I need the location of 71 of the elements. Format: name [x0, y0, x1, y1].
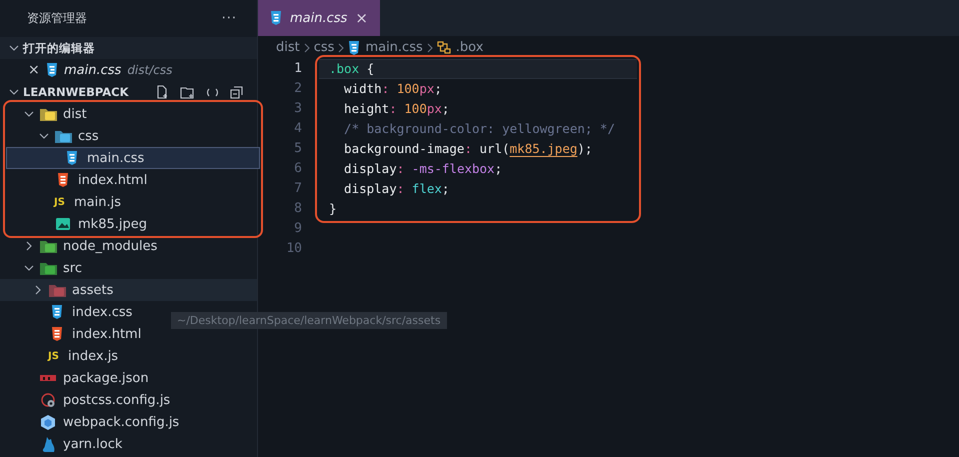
tree-item[interactable]: mk85.jpeg: [6, 213, 260, 235]
tree-item[interactable]: yarn.lock: [0, 433, 257, 455]
section-header[interactable]: 打开的编辑器: [0, 37, 257, 59]
shield-icon: [51, 305, 63, 319]
code-line: display: flex;: [343, 180, 450, 198]
image-icon: [56, 218, 70, 230]
file-name: main.css: [64, 62, 122, 78]
line-number: 8: [293, 200, 302, 218]
tree-item[interactable]: node_modules: [0, 235, 257, 257]
breadcrumb-item[interactable]: css: [314, 40, 334, 55]
shield-icon: [57, 173, 69, 187]
close-button[interactable]: ×: [355, 9, 368, 27]
close-button[interactable]: ×: [28, 62, 40, 78]
new-folder-icon[interactable]: [180, 86, 195, 98]
tree-item[interactable]: webpack.config.js: [0, 411, 257, 433]
breadcrumb-item[interactable]: .box: [436, 40, 484, 55]
code-line: display: -ms-flexbox;: [343, 160, 504, 178]
code-line: background-image: url(mk85.jpeg);: [343, 140, 594, 158]
folder-icon: [40, 262, 56, 274]
folder-icon: [40, 240, 56, 252]
line-number: 1: [293, 60, 302, 78]
line-number: 4: [293, 120, 302, 138]
chevron-icon: [337, 42, 346, 52]
shield-icon: [66, 151, 78, 165]
tree-item[interactable]: assets: [0, 279, 257, 301]
open-editor-item[interactable]: × main.css dist/css: [0, 59, 257, 81]
line-number: 3: [293, 100, 302, 118]
folder-icon: [54, 130, 72, 142]
file-type-label: JS: [48, 350, 60, 362]
file-path: dist/css: [127, 63, 172, 77]
file-type-label: JS: [54, 196, 66, 208]
line-number: 7: [293, 180, 302, 198]
panel-title: 资源管理器: [27, 10, 87, 27]
line-number: 2: [293, 80, 302, 98]
collapse-icon[interactable]: [230, 86, 243, 98]
editor-tab[interactable]: main.css ×: [258, 0, 380, 36]
code-line: /* background-color: yellowgreen; */: [343, 120, 616, 138]
package-icon: [40, 374, 56, 382]
shield-icon: [46, 63, 58, 77]
shield-icon: [348, 40, 360, 54]
folder-icon: [40, 108, 56, 120]
tree-item[interactable]: package.json: [0, 367, 257, 389]
line-number: 10: [285, 240, 302, 258]
symbol-icon: [436, 40, 451, 54]
line-number: 9: [293, 220, 302, 238]
tree-item[interactable]: postcss.config.js: [0, 389, 257, 411]
section-header[interactable]: LEARNWEBPACK: [0, 81, 257, 103]
breadcrumb-item[interactable]: main.css: [348, 40, 423, 55]
tree-item[interactable]: main.css: [6, 147, 260, 169]
chevron-icon: [426, 42, 434, 52]
tree-item[interactable]: css: [6, 125, 260, 147]
line-number: 6: [293, 160, 302, 178]
code-line: width: 100px;: [343, 80, 443, 98]
tooltip: ~/Desktop/learnSpace/learnWebpack/src/assets: [171, 312, 447, 329]
hexagon-icon: [41, 414, 55, 430]
code-line: height: 100px;: [343, 100, 450, 118]
new-file-icon[interactable]: [156, 85, 169, 99]
shield-icon: [270, 11, 282, 25]
breadcrumb-item[interactable]: dist: [276, 40, 300, 55]
tree-item[interactable]: src: [0, 257, 257, 279]
tree-item[interactable]: JS index.js: [0, 345, 257, 367]
tree-item[interactable]: JS main.js: [6, 191, 260, 213]
chevron-icon: [302, 42, 311, 52]
code-line: }: [328, 200, 338, 218]
folder-icon: [48, 284, 66, 296]
gear-icon: [40, 392, 56, 408]
shield-icon: [51, 327, 63, 341]
tree-item[interactable]: index.html: [6, 169, 260, 191]
line-number: 5: [293, 140, 302, 158]
tree-item[interactable]: dist: [6, 103, 260, 125]
more-button[interactable]: ···: [220, 11, 239, 26]
